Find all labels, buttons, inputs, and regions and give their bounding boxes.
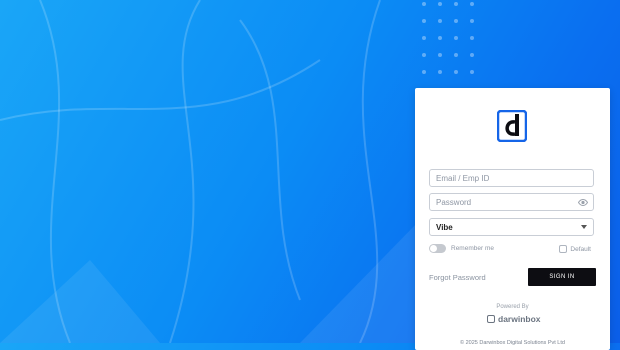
theme-icon: [559, 245, 568, 253]
brand-footer: darwinbox: [487, 314, 541, 324]
eye-icon[interactable]: [578, 198, 588, 207]
forgot-password-link[interactable]: Forgot Password: [429, 273, 486, 282]
sign-in-button[interactable]: SIGN IN: [528, 268, 596, 286]
chevron-down-icon: [581, 225, 587, 229]
password-input[interactable]: [436, 197, 587, 207]
remember-label: Remember me: [451, 245, 494, 252]
darwinbox-logo-icon: [497, 110, 527, 142]
darwinbox-brand-icon: [487, 315, 495, 323]
email-field[interactable]: [429, 169, 594, 187]
email-input[interactable]: [436, 173, 587, 183]
theme-label: Default: [570, 245, 591, 253]
toggle-knob: [430, 245, 437, 252]
brand-name: darwinbox: [498, 314, 541, 324]
powered-by-label: Powered By: [496, 304, 529, 310]
options-row: Remember me Default: [429, 243, 594, 255]
login-card: Vibe Remember me Default Forgot Password…: [415, 88, 610, 350]
copyright-text: © 2025 Darwinbox Digital Solutions Pvt L…: [460, 340, 565, 346]
password-field[interactable]: [429, 193, 594, 211]
dot-pattern: [422, 2, 474, 74]
workspace-select[interactable]: Vibe: [429, 218, 594, 236]
workspace-selected-value: Vibe: [436, 222, 453, 232]
remember-toggle[interactable]: [429, 244, 446, 253]
theme-selector[interactable]: Default: [559, 245, 591, 253]
